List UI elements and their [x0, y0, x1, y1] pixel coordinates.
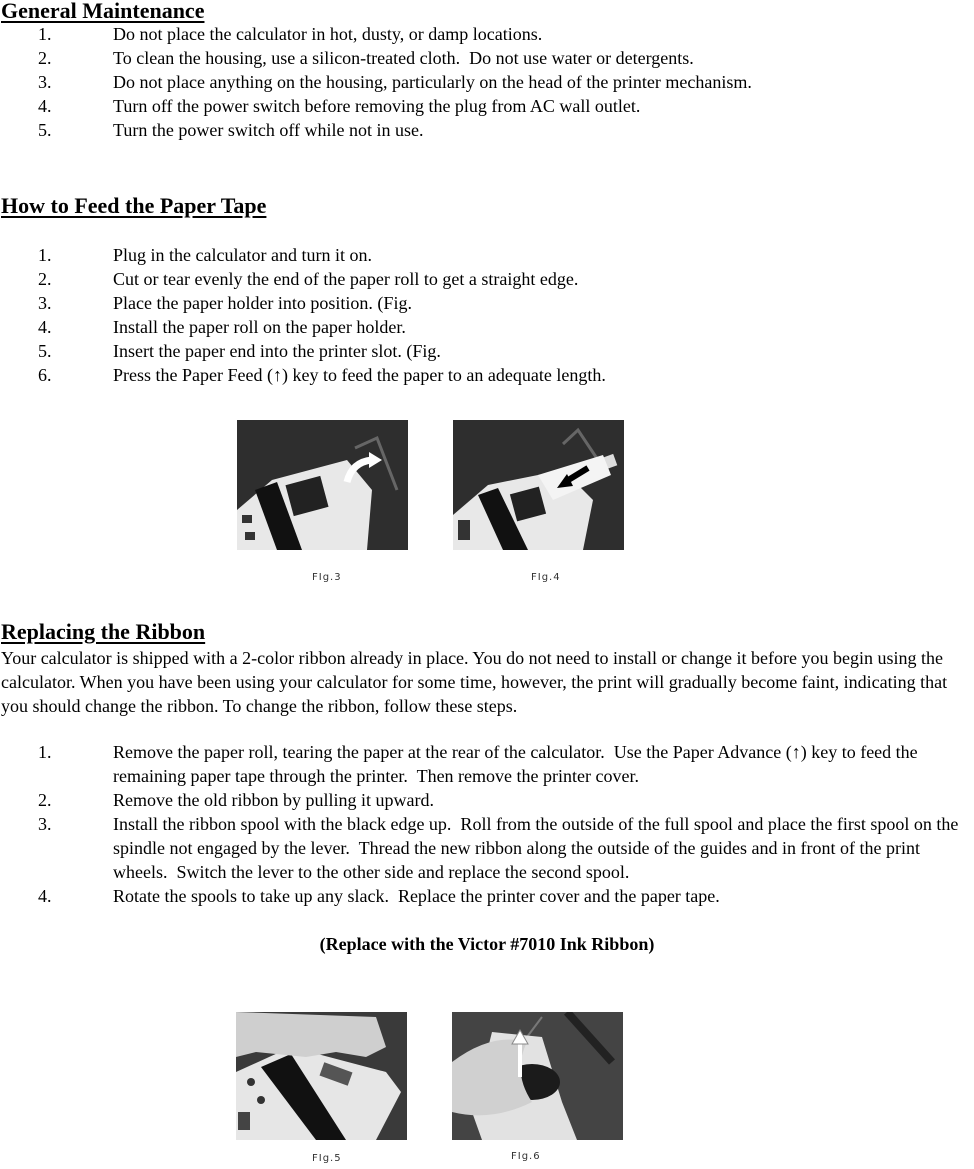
item-text: Install the ribbon spool with the black …	[113, 814, 963, 882]
list-item: 1. Plug in the calculator and turn it on.	[0, 243, 974, 267]
item-number: 1.	[38, 24, 52, 44]
list-item: 3. Do not place anything on the housing, …	[0, 70, 974, 94]
figure-6-caption: FIg.6	[511, 1151, 541, 1162]
hand-removing-cover-image	[236, 1012, 407, 1140]
item-text: Remove the old ribbon by pulling it upwa…	[113, 790, 434, 810]
list-item: 2. Cut or tear evenly the end of the pape…	[0, 267, 974, 291]
item-number: 1.	[38, 742, 52, 762]
item-number: 5.	[38, 341, 52, 361]
item-text: Do not place anything on the housing, pa…	[113, 72, 752, 92]
item-number: 6.	[38, 365, 52, 385]
item-text: Turn off the power switch before removin…	[113, 96, 641, 116]
list-item: 2. Remove the old ribbon by pulling it up…	[0, 788, 974, 812]
calculator-paper-insert-image	[453, 420, 624, 550]
list-item: 3. Place the paper holder into position. …	[0, 291, 974, 315]
item-text: Turn the power switch off while not in u…	[113, 120, 424, 140]
item-number: 3.	[38, 72, 52, 92]
list-item: 3. Install the ribbon spool with the blac…	[0, 812, 974, 884]
item-number: 4.	[38, 886, 52, 906]
figure-4-photo	[453, 420, 624, 550]
hand-lifting-ribbon-image	[452, 1012, 623, 1140]
general-maintenance-list: 1. Do not place the calculator in hot, du…	[0, 22, 974, 142]
item-text: Install the paper roll on the paper hold…	[113, 317, 406, 337]
item-text: Insert the paper end into the printer sl…	[113, 341, 441, 361]
list-item: 6. Press the Paper Feed (↑) key to feed t…	[0, 363, 974, 387]
item-number: 3.	[38, 814, 52, 834]
feed-paper-list: 1. Plug in the calculator and turn it on.…	[0, 243, 974, 387]
figure-4-caption: FIg.4	[531, 572, 561, 583]
item-text: To clean the housing, use a silicon-trea…	[113, 48, 694, 68]
item-number: 5.	[38, 120, 52, 140]
item-text: Place the paper holder into position. (F…	[113, 293, 412, 313]
list-item: 4. Install the paper roll on the paper ho…	[0, 315, 974, 339]
list-item: 1. Do not place the calculator in hot, du…	[0, 22, 974, 46]
item-number: 2.	[38, 48, 52, 68]
item-text: Remove the paper roll, tearing the paper…	[113, 742, 923, 786]
item-text: Plug in the calculator and turn it on.	[113, 245, 372, 265]
item-number: 3.	[38, 293, 52, 313]
figure-6-photo	[452, 1012, 623, 1140]
ribbon-intro-paragraph: Your calculator is shipped with a 2-colo…	[1, 648, 948, 716]
replace-ribbon-list: 1. Remove the paper roll, tearing the pap…	[0, 740, 974, 908]
list-item: 4. Rotate the spools to take up any slack…	[0, 884, 974, 908]
figure-3-photo	[237, 420, 408, 550]
section-heading-general-maintenance: General Maintenance	[1, 0, 205, 23]
item-number: 2.	[38, 790, 52, 810]
item-number: 4.	[38, 317, 52, 337]
item-text: Press the Paper Feed (↑) key to feed the…	[113, 365, 606, 385]
figure-3-caption: FIg.3	[312, 572, 342, 583]
list-item: 5. Insert the paper end into the printer …	[0, 339, 974, 363]
figure-5-caption: FIg.5	[312, 1153, 342, 1164]
item-text: Rotate the spools to take up any slack. …	[113, 886, 720, 906]
item-text: Do not place the calculator in hot, dust…	[113, 24, 543, 44]
list-item: 2. To clean the housing, use a silicon-tr…	[0, 46, 974, 70]
item-text: Cut or tear evenly the end of the paper …	[113, 269, 579, 289]
list-item: 4. Turn off the power switch before remov…	[0, 94, 974, 118]
section-heading-replace-ribbon: Replacing the Ribbon	[1, 619, 206, 644]
calculator-paper-holder-image	[237, 420, 408, 550]
item-number: 2.	[38, 269, 52, 289]
item-number: 1.	[38, 245, 52, 265]
figure-group-5-6: FIg.5 FIg.6	[228, 1005, 643, 1169]
section-heading-feed-paper: How to Feed the Paper Tape	[1, 193, 267, 218]
figure-5-photo	[236, 1012, 407, 1140]
item-number: 4.	[38, 96, 52, 116]
list-item: 1. Remove the paper roll, tearing the pap…	[0, 740, 974, 788]
list-item: 5. Turn the power switch off while not in…	[0, 118, 974, 142]
ribbon-replacement-note: (Replace with the Victor #7010 Ink Ribbo…	[319, 934, 655, 954]
figure-group-3-4: FIg.3 FIg.4	[228, 408, 643, 593]
